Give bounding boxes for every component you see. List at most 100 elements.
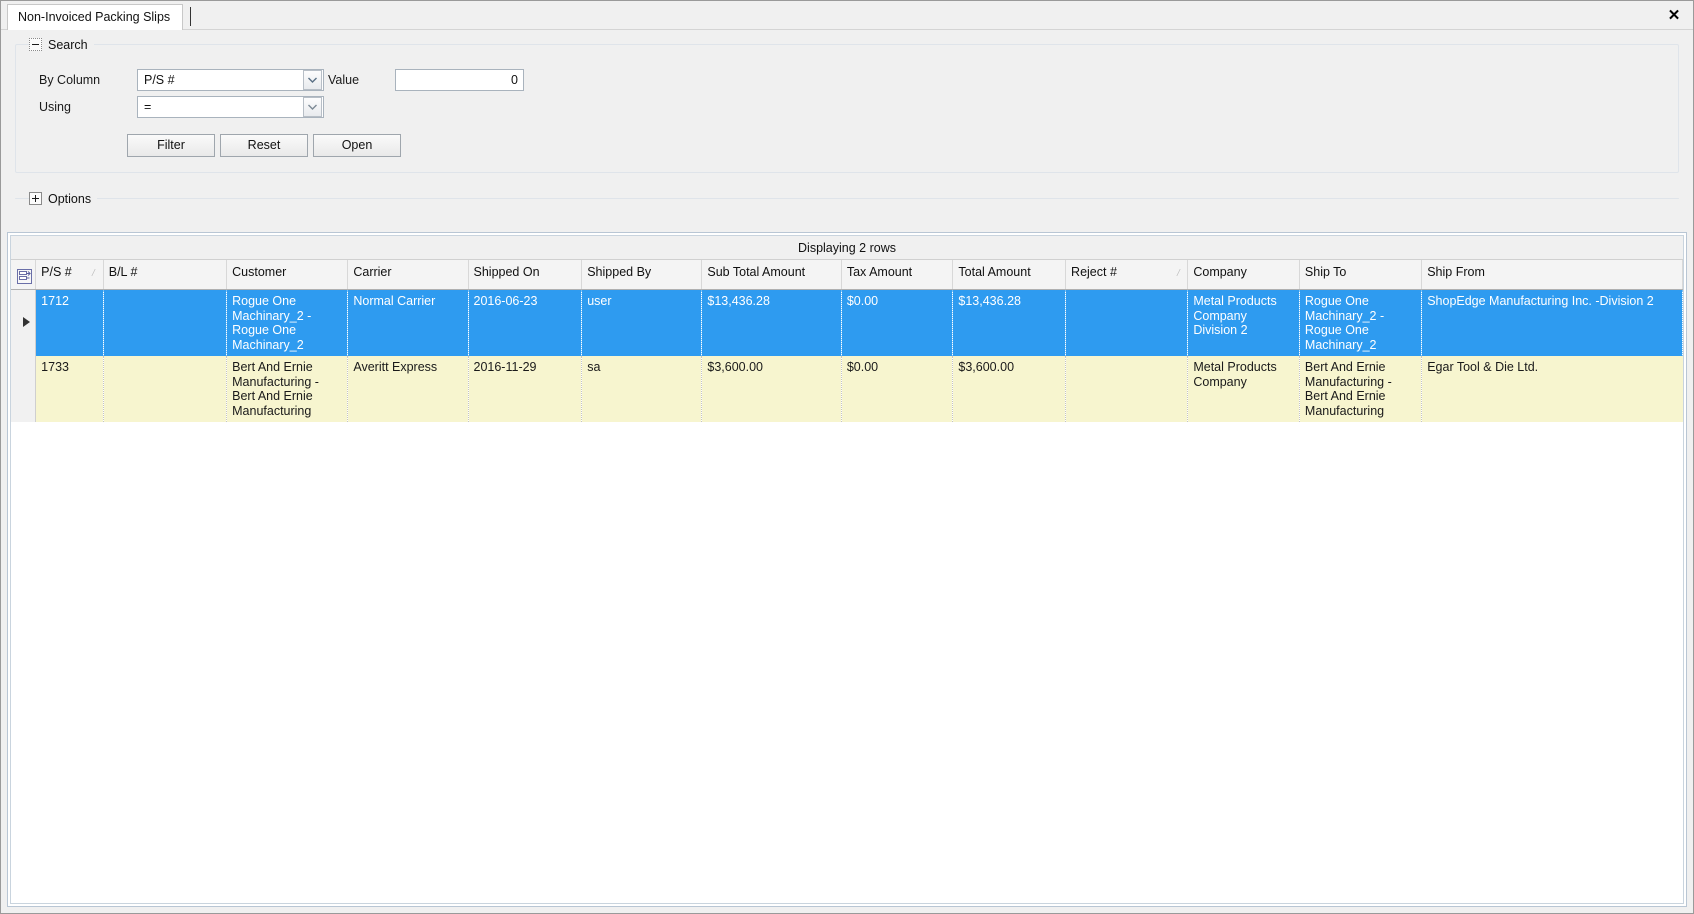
- chevron-down-icon[interactable]: [303, 97, 322, 117]
- using-label: Using: [39, 100, 71, 114]
- column-header-b-l[interactable]: B/L #: [103, 260, 228, 290]
- cell-text: ShopEdge Manufacturing Inc. -Division 2: [1427, 294, 1654, 308]
- cell-company[interactable]: Metal Products Company: [1187, 356, 1300, 422]
- close-icon[interactable]: ✕: [1661, 3, 1687, 27]
- row-header-cell[interactable]: [11, 289, 37, 356]
- value-input[interactable]: 0: [395, 69, 524, 91]
- cell-text: 2016-06-23: [473, 294, 538, 308]
- cell-ship-from[interactable]: Egar Tool & Die Ltd.: [1421, 356, 1683, 422]
- column-header-label: Shipped By: [587, 265, 652, 279]
- cell-reject[interactable]: [1065, 289, 1189, 356]
- cell-carrier[interactable]: Normal Carrier: [347, 289, 469, 356]
- chevron-down-icon[interactable]: [303, 70, 322, 90]
- current-row-arrow-icon: [23, 317, 30, 327]
- cell-total-amount[interactable]: $3,600.00: [952, 356, 1067, 422]
- options-panel: Options: [15, 189, 1679, 215]
- tab-strip-caret: [190, 7, 191, 26]
- column-header-label: Reject #: [1071, 265, 1117, 279]
- sort-indicator-icon: ⁄: [93, 268, 95, 279]
- cell-shipped-on[interactable]: 2016-11-29: [468, 356, 583, 422]
- column-header-company[interactable]: Company: [1187, 260, 1300, 290]
- by-column-label: By Column: [39, 73, 101, 87]
- by-column-value: P/S #: [144, 73, 175, 87]
- cell-text: 1712: [41, 294, 69, 308]
- cell-tax-amount[interactable]: $0.00: [841, 356, 954, 422]
- cell-customer[interactable]: Bert And Ernie Manufacturing - Bert And …: [226, 356, 349, 422]
- column-header-label: Carrier: [353, 265, 392, 279]
- cell-text: $13,436.28: [958, 294, 1021, 308]
- column-header-tax-amount[interactable]: Tax Amount: [841, 260, 954, 290]
- column-header-customer[interactable]: Customer: [226, 260, 349, 290]
- table-row[interactable]: 1733 Bert And Ernie Manufacturing - Bert …: [11, 356, 1683, 422]
- column-header-ship-from[interactable]: Ship From: [1421, 260, 1683, 290]
- options-expand-icon[interactable]: [29, 192, 42, 205]
- column-header-ship-to[interactable]: Ship To: [1299, 260, 1423, 290]
- cell-ship-to[interactable]: Rogue One Machinary_2 - Rogue One Machin…: [1299, 289, 1423, 356]
- by-column-select[interactable]: P/S #: [137, 69, 324, 91]
- row-header-cell[interactable]: [11, 356, 37, 422]
- cell-p-s[interactable]: 1733: [35, 356, 104, 422]
- cell-text: Rogue One Machinary_2 - Rogue One Machin…: [1304, 294, 1385, 352]
- cell-company[interactable]: Metal Products Company Division 2: [1187, 289, 1300, 356]
- cell-reject[interactable]: [1065, 356, 1189, 422]
- cell-shipped-on[interactable]: 2016-06-23: [468, 289, 583, 356]
- cell-text: $3,600.00: [958, 360, 1015, 374]
- cell-b-l[interactable]: [103, 289, 228, 356]
- reset-button[interactable]: Reset: [220, 134, 308, 157]
- tab-non-invoiced-packing-slips[interactable]: Non-Invoiced Packing Slips: [7, 4, 184, 30]
- sort-indicator-icon: ⁄: [1177, 268, 1180, 279]
- table-header-row: P/S # ⁄ B/L # Customer Carrier Shipped On Ship…: [11, 260, 1683, 290]
- cell-text: $0.00: [846, 360, 879, 374]
- column-header-shipped-on[interactable]: Shipped On: [468, 260, 583, 290]
- cell-tax-amount[interactable]: $0.00: [841, 289, 954, 356]
- column-header-shipped-by[interactable]: Shipped By: [581, 260, 703, 290]
- column-header-label: Ship To: [1304, 265, 1347, 279]
- grid-select-all-icon: [17, 269, 32, 284]
- options-panel-header: Options: [29, 189, 98, 208]
- column-header-p-s[interactable]: P/S # ⁄: [35, 260, 104, 290]
- cell-text: $0.00: [846, 294, 879, 308]
- packing-slips-grid: Displaying 2 rows P/S # ⁄ B/L # Customer Car…: [10, 235, 1684, 904]
- column-header-reject[interactable]: Reject # ⁄: [1065, 260, 1189, 290]
- search-panel-title: Search: [48, 37, 88, 52]
- cell-customer[interactable]: Rogue One Machinary_2 - Rogue One Machin…: [226, 289, 349, 356]
- column-header-label: Sub Total Amount: [707, 265, 806, 279]
- cell-shipped-by[interactable]: user: [581, 289, 703, 356]
- cell-text: Bert And Ernie Manufacturing - Bert And …: [1304, 360, 1392, 418]
- using-select[interactable]: =: [137, 96, 324, 118]
- grid-select-all-cell[interactable]: [11, 260, 37, 290]
- cell-total-amount[interactable]: $13,436.28: [952, 289, 1067, 356]
- column-header-total-amount[interactable]: Total Amount: [952, 260, 1067, 290]
- cell-text: Averitt Express: [353, 360, 438, 374]
- cell-shipped-by[interactable]: sa: [581, 356, 703, 422]
- column-header-carrier[interactable]: Carrier: [347, 260, 469, 290]
- application-window: Non-Invoiced Packing Slips ✕ Search By C…: [0, 0, 1694, 914]
- cell-sub-total-amount[interactable]: $3,600.00: [701, 356, 842, 422]
- cell-text: Egar Tool & Die Ltd.: [1427, 360, 1539, 374]
- cell-p-s[interactable]: 1712: [35, 289, 104, 356]
- cell-b-l[interactable]: [103, 356, 228, 422]
- table-row[interactable]: 1712 Rogue One Machinary_2 - Rogue One Ma…: [11, 289, 1683, 356]
- cell-sub-total-amount[interactable]: $13,436.28: [701, 289, 842, 356]
- using-value: =: [144, 100, 152, 114]
- cell-ship-from[interactable]: ShopEdge Manufacturing Inc. -Division 2: [1421, 289, 1683, 356]
- cell-text: Normal Carrier: [353, 294, 436, 308]
- cell-text: 2016-11-29: [473, 360, 537, 374]
- cell-text: Bert And Ernie Manufacturing - Bert And …: [232, 360, 319, 418]
- cell-text: sa: [587, 360, 601, 374]
- column-header-label: Total Amount: [958, 265, 1031, 279]
- search-collapse-icon[interactable]: [29, 38, 42, 51]
- cell-ship-to[interactable]: Bert And Ernie Manufacturing - Bert And …: [1299, 356, 1423, 422]
- cell-text: $13,436.28: [707, 294, 770, 308]
- open-button[interactable]: Open: [313, 134, 401, 157]
- cell-text: Rogue One Machinary_2 - Rogue One Machin…: [232, 294, 312, 352]
- column-header-label: Company: [1193, 265, 1247, 279]
- column-header-label: Customer: [232, 265, 287, 279]
- options-panel-frame: [15, 198, 1679, 199]
- filter-button[interactable]: Filter: [127, 134, 215, 157]
- cell-carrier[interactable]: Averitt Express: [347, 356, 469, 422]
- cell-text: user: [587, 294, 612, 308]
- grid-row-count-caption: Displaying 2 rows: [11, 236, 1683, 260]
- column-header-label: B/L #: [108, 265, 138, 279]
- column-header-sub-total-amount[interactable]: Sub Total Amount: [701, 260, 842, 290]
